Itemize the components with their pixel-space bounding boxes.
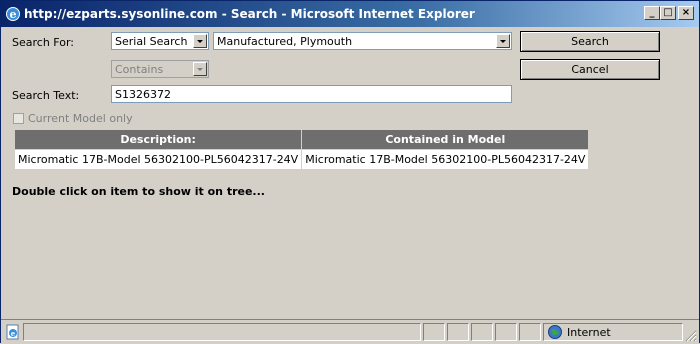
search-text-input[interactable]: S1326372	[111, 85, 512, 103]
manufacturer-value: Manufactured, Plymouth	[217, 35, 353, 48]
search-type-select[interactable]: Serial Search	[111, 32, 209, 50]
search-button[interactable]: Search	[520, 31, 660, 52]
search-form: Search For: Serial Search Manufactured, …	[5, 27, 695, 318]
minimize-button[interactable]: _	[644, 6, 660, 20]
ie-page-icon: e	[6, 324, 19, 340]
search-dialog-window: e http://ezparts.sysonline.com - Search …	[0, 0, 700, 344]
result-contained-in-model[interactable]: Micromatic 17B-Model 56302100-PL56042317…	[301, 149, 590, 170]
table-row[interactable]: Micromatic 17B-Model 56302100-PL56042317…	[13, 149, 590, 170]
match-mode-select: Contains	[111, 60, 209, 78]
search-for-label: Search For:	[12, 36, 74, 49]
zone-panel	[543, 323, 683, 341]
status-panel	[495, 323, 517, 341]
status-text-panel	[23, 323, 421, 341]
result-description[interactable]: Micromatic 17B-Model 56302100-PL56042317…	[13, 149, 303, 170]
status-panel	[471, 323, 493, 341]
chevron-down-icon	[193, 62, 207, 76]
maximize-button[interactable]: □	[660, 6, 676, 20]
chevron-down-icon[interactable]	[193, 34, 207, 48]
status-panel	[423, 323, 445, 341]
svg-text:e: e	[10, 8, 17, 21]
cancel-button[interactable]: Cancel	[520, 59, 660, 80]
current-model-only-checkbox	[13, 113, 24, 124]
results-header-row: Description: Contained in Model	[13, 129, 590, 150]
current-model-only-label: Current Model only	[28, 112, 133, 125]
column-header-description[interactable]: Description:	[13, 129, 303, 150]
globe-icon	[548, 325, 562, 339]
zone-label: Internet	[567, 326, 611, 339]
status-panel	[447, 323, 469, 341]
ie-icon: e	[6, 7, 20, 21]
close-button[interactable]: ×	[678, 6, 694, 20]
chevron-down-icon[interactable]	[496, 34, 510, 48]
instruction-hint: Double click on item to show it on tree.…	[12, 185, 265, 198]
column-header-contained-in-model[interactable]: Contained in Model	[301, 129, 590, 150]
svg-text:e: e	[11, 329, 16, 338]
resize-grip-icon[interactable]	[685, 330, 697, 342]
search-text-label: Search Text:	[12, 89, 80, 102]
title-bar[interactable]: e http://ezparts.sysonline.com - Search …	[1, 1, 699, 27]
status-panel	[519, 323, 541, 341]
match-mode-value: Contains	[115, 63, 164, 76]
status-bar: e Internet	[1, 319, 699, 344]
search-type-value: Serial Search	[115, 35, 188, 48]
window-title: http://ezparts.sysonline.com - Search - …	[24, 7, 475, 21]
results-table: Description: Contained in Model Micromat…	[13, 129, 590, 170]
manufacturer-select[interactable]: Manufactured, Plymouth	[213, 32, 512, 50]
